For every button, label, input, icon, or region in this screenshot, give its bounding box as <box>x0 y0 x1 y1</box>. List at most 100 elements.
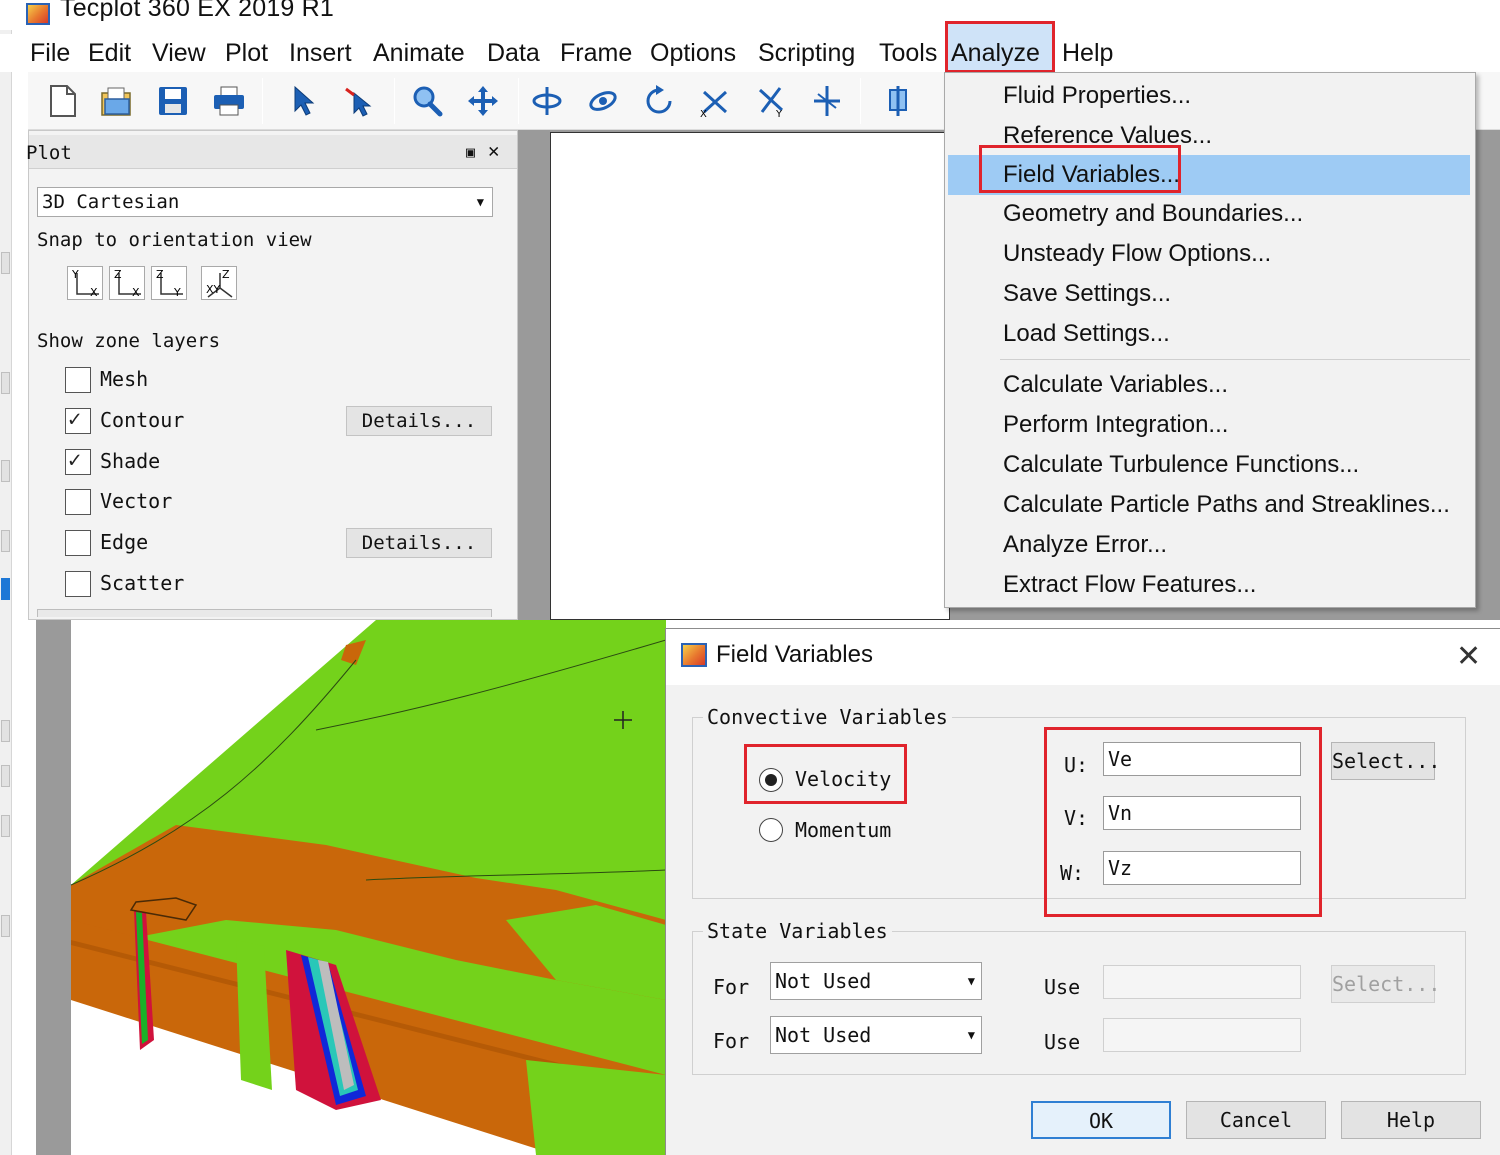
rotate-y-icon[interactable]: Y <box>752 82 790 120</box>
help-button[interactable]: Help <box>1341 1101 1481 1139</box>
3d-contour-plot[interactable] <box>36 620 666 1155</box>
orient-xz-button[interactable]: ZX <box>109 266 145 300</box>
save-icon[interactable] <box>154 82 192 120</box>
dock-tab[interactable] <box>1 460 10 482</box>
orient-yz-button[interactable]: ZY <box>151 266 187 300</box>
w-component-label: W: <box>1060 861 1085 885</box>
select-variables-button[interactable]: Select... <box>1331 742 1440 780</box>
menu-tools[interactable]: Tools <box>875 36 941 70</box>
u-component-input[interactable]: Ve <box>1103 742 1301 776</box>
dock-tab[interactable] <box>1 765 10 787</box>
state-variable-2-dropdown[interactable]: Not Used ▼ <box>770 1016 982 1054</box>
state-use-input-1 <box>1103 965 1301 999</box>
menu-file[interactable]: File <box>26 36 74 70</box>
state-variable-2-value: Not Used <box>775 1023 872 1047</box>
menu-data[interactable]: Data <box>483 36 544 70</box>
rotate-twist-icon[interactable] <box>640 82 678 120</box>
menu-animate[interactable]: Animate <box>369 36 469 70</box>
menu-load-settings[interactable]: Load Settings... <box>948 315 1470 353</box>
menu-perform-integration[interactable]: Perform Integration... <box>948 406 1470 444</box>
momentum-radio[interactable] <box>759 818 783 842</box>
probe-icon[interactable] <box>880 82 918 120</box>
menu-extract-flow-features[interactable]: Extract Flow Features... <box>948 566 1470 604</box>
adjustor-icon[interactable] <box>340 82 378 120</box>
print-icon[interactable] <box>210 82 248 120</box>
menu-reference-values[interactable]: Reference Values... <box>948 117 1470 155</box>
left-dock-strip <box>0 30 12 1155</box>
v-component-input[interactable]: Vn <box>1103 796 1301 830</box>
menu-particle-paths[interactable]: Calculate Particle Paths and Streaklines… <box>948 486 1470 524</box>
menu-analyze[interactable]: Analyze <box>945 21 1055 73</box>
dock-tab[interactable] <box>1 815 10 837</box>
close-panel-icon[interactable]: ✕ <box>488 140 499 162</box>
orient-axis-bottom: X <box>90 286 98 299</box>
dock-tab-active[interactable] <box>1 578 10 600</box>
zoom-icon[interactable] <box>408 82 446 120</box>
dock-tab[interactable] <box>1 372 10 394</box>
contour-details-button[interactable]: Details... <box>346 406 492 436</box>
checkmark-icon: ✓ <box>68 448 82 473</box>
menu-view[interactable]: View <box>148 36 210 70</box>
svg-text:Y: Y <box>775 109 783 118</box>
dock-tab[interactable] <box>1 720 10 742</box>
close-icon[interactable]: ✕ <box>1456 639 1481 674</box>
menu-analyze-error[interactable]: Analyze Error... <box>948 526 1470 564</box>
dock-tab[interactable] <box>1 915 10 937</box>
velocity-radio[interactable] <box>759 768 783 792</box>
state-for-label: For <box>713 1029 750 1053</box>
open-file-icon[interactable] <box>98 82 136 120</box>
svg-text:X: X <box>700 109 707 118</box>
orient-3d-button[interactable]: Z XY <box>201 266 237 300</box>
vector-checkbox[interactable] <box>65 489 91 515</box>
w-component-input[interactable]: Vz <box>1103 851 1301 885</box>
menu-bar: File Edit View Plot Insert Animate Data … <box>0 21 1500 73</box>
rotate-z-icon[interactable] <box>808 82 846 120</box>
menu-save-settings[interactable]: Save Settings... <box>948 275 1470 313</box>
menu-unsteady-flow-options[interactable]: Unsteady Flow Options... <box>948 235 1470 273</box>
edge-details-button[interactable]: Details... <box>346 528 492 558</box>
menu-geometry-boundaries[interactable]: Geometry and Boundaries... <box>948 195 1470 233</box>
new-file-icon[interactable] <box>44 82 82 120</box>
dock-tab[interactable] <box>1 530 10 552</box>
shade-checkbox[interactable]: ✓ <box>65 448 91 475</box>
orient-axis-bottom: XY <box>206 283 221 296</box>
rotate-rollerball-icon[interactable] <box>584 82 622 120</box>
tecplot-app-icon <box>26 3 50 25</box>
menu-scripting[interactable]: Scripting <box>754 36 859 70</box>
orient-axis-top: Z <box>114 268 122 281</box>
menu-help[interactable]: Help <box>1058 36 1117 70</box>
orient-xy-button[interactable]: YX <box>67 266 103 300</box>
cancel-button[interactable]: Cancel <box>1186 1101 1326 1139</box>
state-variables-title: State Variables <box>703 919 892 943</box>
rotate-spherical-icon[interactable] <box>528 82 566 120</box>
contour-checkbox[interactable]: ✓ <box>65 407 91 434</box>
menu-separator <box>1000 359 1470 360</box>
state-variable-1-dropdown[interactable]: Not Used ▼ <box>770 962 982 1000</box>
window-title: Tecplot 360 EX 2019 R1 <box>60 0 335 22</box>
menu-options[interactable]: Options <box>646 36 740 70</box>
ok-button[interactable]: OK <box>1031 1101 1171 1139</box>
menu-field-variables[interactable]: Field Variables... <box>948 155 1470 195</box>
menu-calculate-variables[interactable]: Calculate Variables... <box>948 366 1470 404</box>
translate-icon[interactable] <box>464 82 502 120</box>
dock-tab[interactable] <box>1 252 10 274</box>
plot-canvas[interactable] <box>550 132 950 620</box>
menu-turbulence-functions[interactable]: Calculate Turbulence Functions... <box>948 446 1470 484</box>
scatter-checkbox[interactable] <box>65 571 91 597</box>
float-panel-icon[interactable]: ▣ <box>466 143 475 161</box>
menu-frame[interactable]: Frame <box>556 36 636 70</box>
menu-plot[interactable]: Plot <box>221 36 272 70</box>
panel-header: Plot ▣ ✕ <box>26 135 517 169</box>
select-arrow-icon[interactable] <box>284 82 322 120</box>
menu-insert[interactable]: Insert <box>285 36 356 70</box>
edge-checkbox[interactable] <box>65 530 91 556</box>
velocity-label: Velocity <box>795 767 892 791</box>
menu-fluid-properties[interactable]: Fluid Properties... <box>948 77 1470 115</box>
orient-axis-top: Z <box>222 268 230 281</box>
mesh-checkbox[interactable] <box>65 367 91 393</box>
orient-axis-bottom: Y <box>173 286 181 299</box>
zone-layers-label: Show zone layers <box>37 330 221 352</box>
view-type-dropdown[interactable]: 3D Cartesian ▼ <box>37 187 493 217</box>
menu-edit[interactable]: Edit <box>84 36 135 70</box>
rotate-x-icon[interactable]: X <box>696 82 734 120</box>
